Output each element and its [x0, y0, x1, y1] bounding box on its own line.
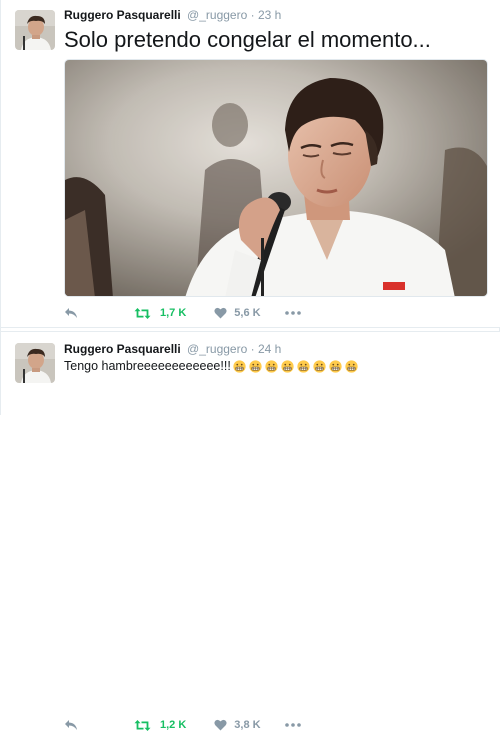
tweet-text-row: Tengo hambreeeeeeeeeeee!!! [64, 358, 358, 374]
more-button[interactable] [284, 311, 301, 315]
retweet-count: 1,7 K [160, 307, 187, 319]
avatar[interactable] [15, 10, 55, 50]
reply-button[interactable] [64, 719, 82, 731]
tweet-photo[interactable] [64, 59, 488, 297]
separator: · [250, 342, 255, 356]
more-dots-icon [284, 311, 301, 315]
reply-button[interactable] [64, 307, 82, 319]
emoji-row [233, 359, 358, 373]
grimacing-face-icon [281, 359, 294, 373]
timestamp[interactable]: 23 h [258, 8, 281, 22]
tweet-text: Solo pretendo congelar el momento... [64, 27, 431, 52]
retweet-count: 1,2 K [160, 719, 187, 731]
grimacing-face-icon [249, 359, 262, 373]
like-button[interactable]: 3,8 K [214, 719, 261, 731]
timestamp[interactable]: 24 h [258, 342, 281, 356]
grimacing-face-icon [345, 359, 358, 373]
retweet-button[interactable]: 1,7 K [134, 307, 186, 320]
more-button[interactable] [284, 723, 301, 727]
grimacing-face-icon [297, 359, 310, 373]
tweet-header: Ruggero Pasquarelli @_ruggero · 23 h [64, 8, 281, 23]
more-dots-icon [284, 723, 301, 727]
tweet-header: Ruggero Pasquarelli @_ruggero · 24 h [64, 342, 281, 357]
retweet-button[interactable]: 1,2 K [134, 719, 186, 732]
reply-icon [65, 308, 77, 318]
like-count: 3,8 K [234, 719, 261, 731]
grimacing-face-icon [265, 359, 278, 373]
author-name[interactable]: Ruggero Pasquarelli [64, 8, 181, 22]
retweet-icon [134, 719, 151, 731]
retweet-icon [134, 307, 151, 319]
heart-icon [214, 719, 227, 731]
tweet-actions: 1,2 K 3,8 K [64, 717, 301, 733]
avatar[interactable] [15, 343, 55, 383]
timeline: Ruggero Pasquarelli @_ruggero · 23 h Sol… [0, 0, 500, 731]
like-button[interactable]: 5,6 K [214, 307, 261, 319]
author-handle[interactable]: @_ruggero [187, 8, 247, 22]
like-count: 5,6 K [234, 307, 261, 319]
grimacing-face-icon [313, 359, 326, 373]
author-handle[interactable]: @_ruggero [187, 342, 247, 356]
author-name[interactable]: Ruggero Pasquarelli [64, 342, 181, 356]
heart-icon [214, 307, 227, 319]
tweet-text: Tengo hambreeeeeeeeeeee!!! [64, 359, 231, 373]
tweet[interactable]: Ruggero Pasquarelli @_ruggero · 23 h Sol… [1, 0, 500, 328]
tweet[interactable]: Ruggero Pasquarelli @_ruggero · 24 h Ten… [1, 331, 500, 731]
tweet-actions: 1,7 K 5,6 K [64, 305, 301, 321]
grimacing-face-icon [233, 359, 246, 373]
separator: · [250, 8, 255, 22]
grimacing-face-icon [329, 359, 342, 373]
reply-icon [65, 720, 77, 730]
